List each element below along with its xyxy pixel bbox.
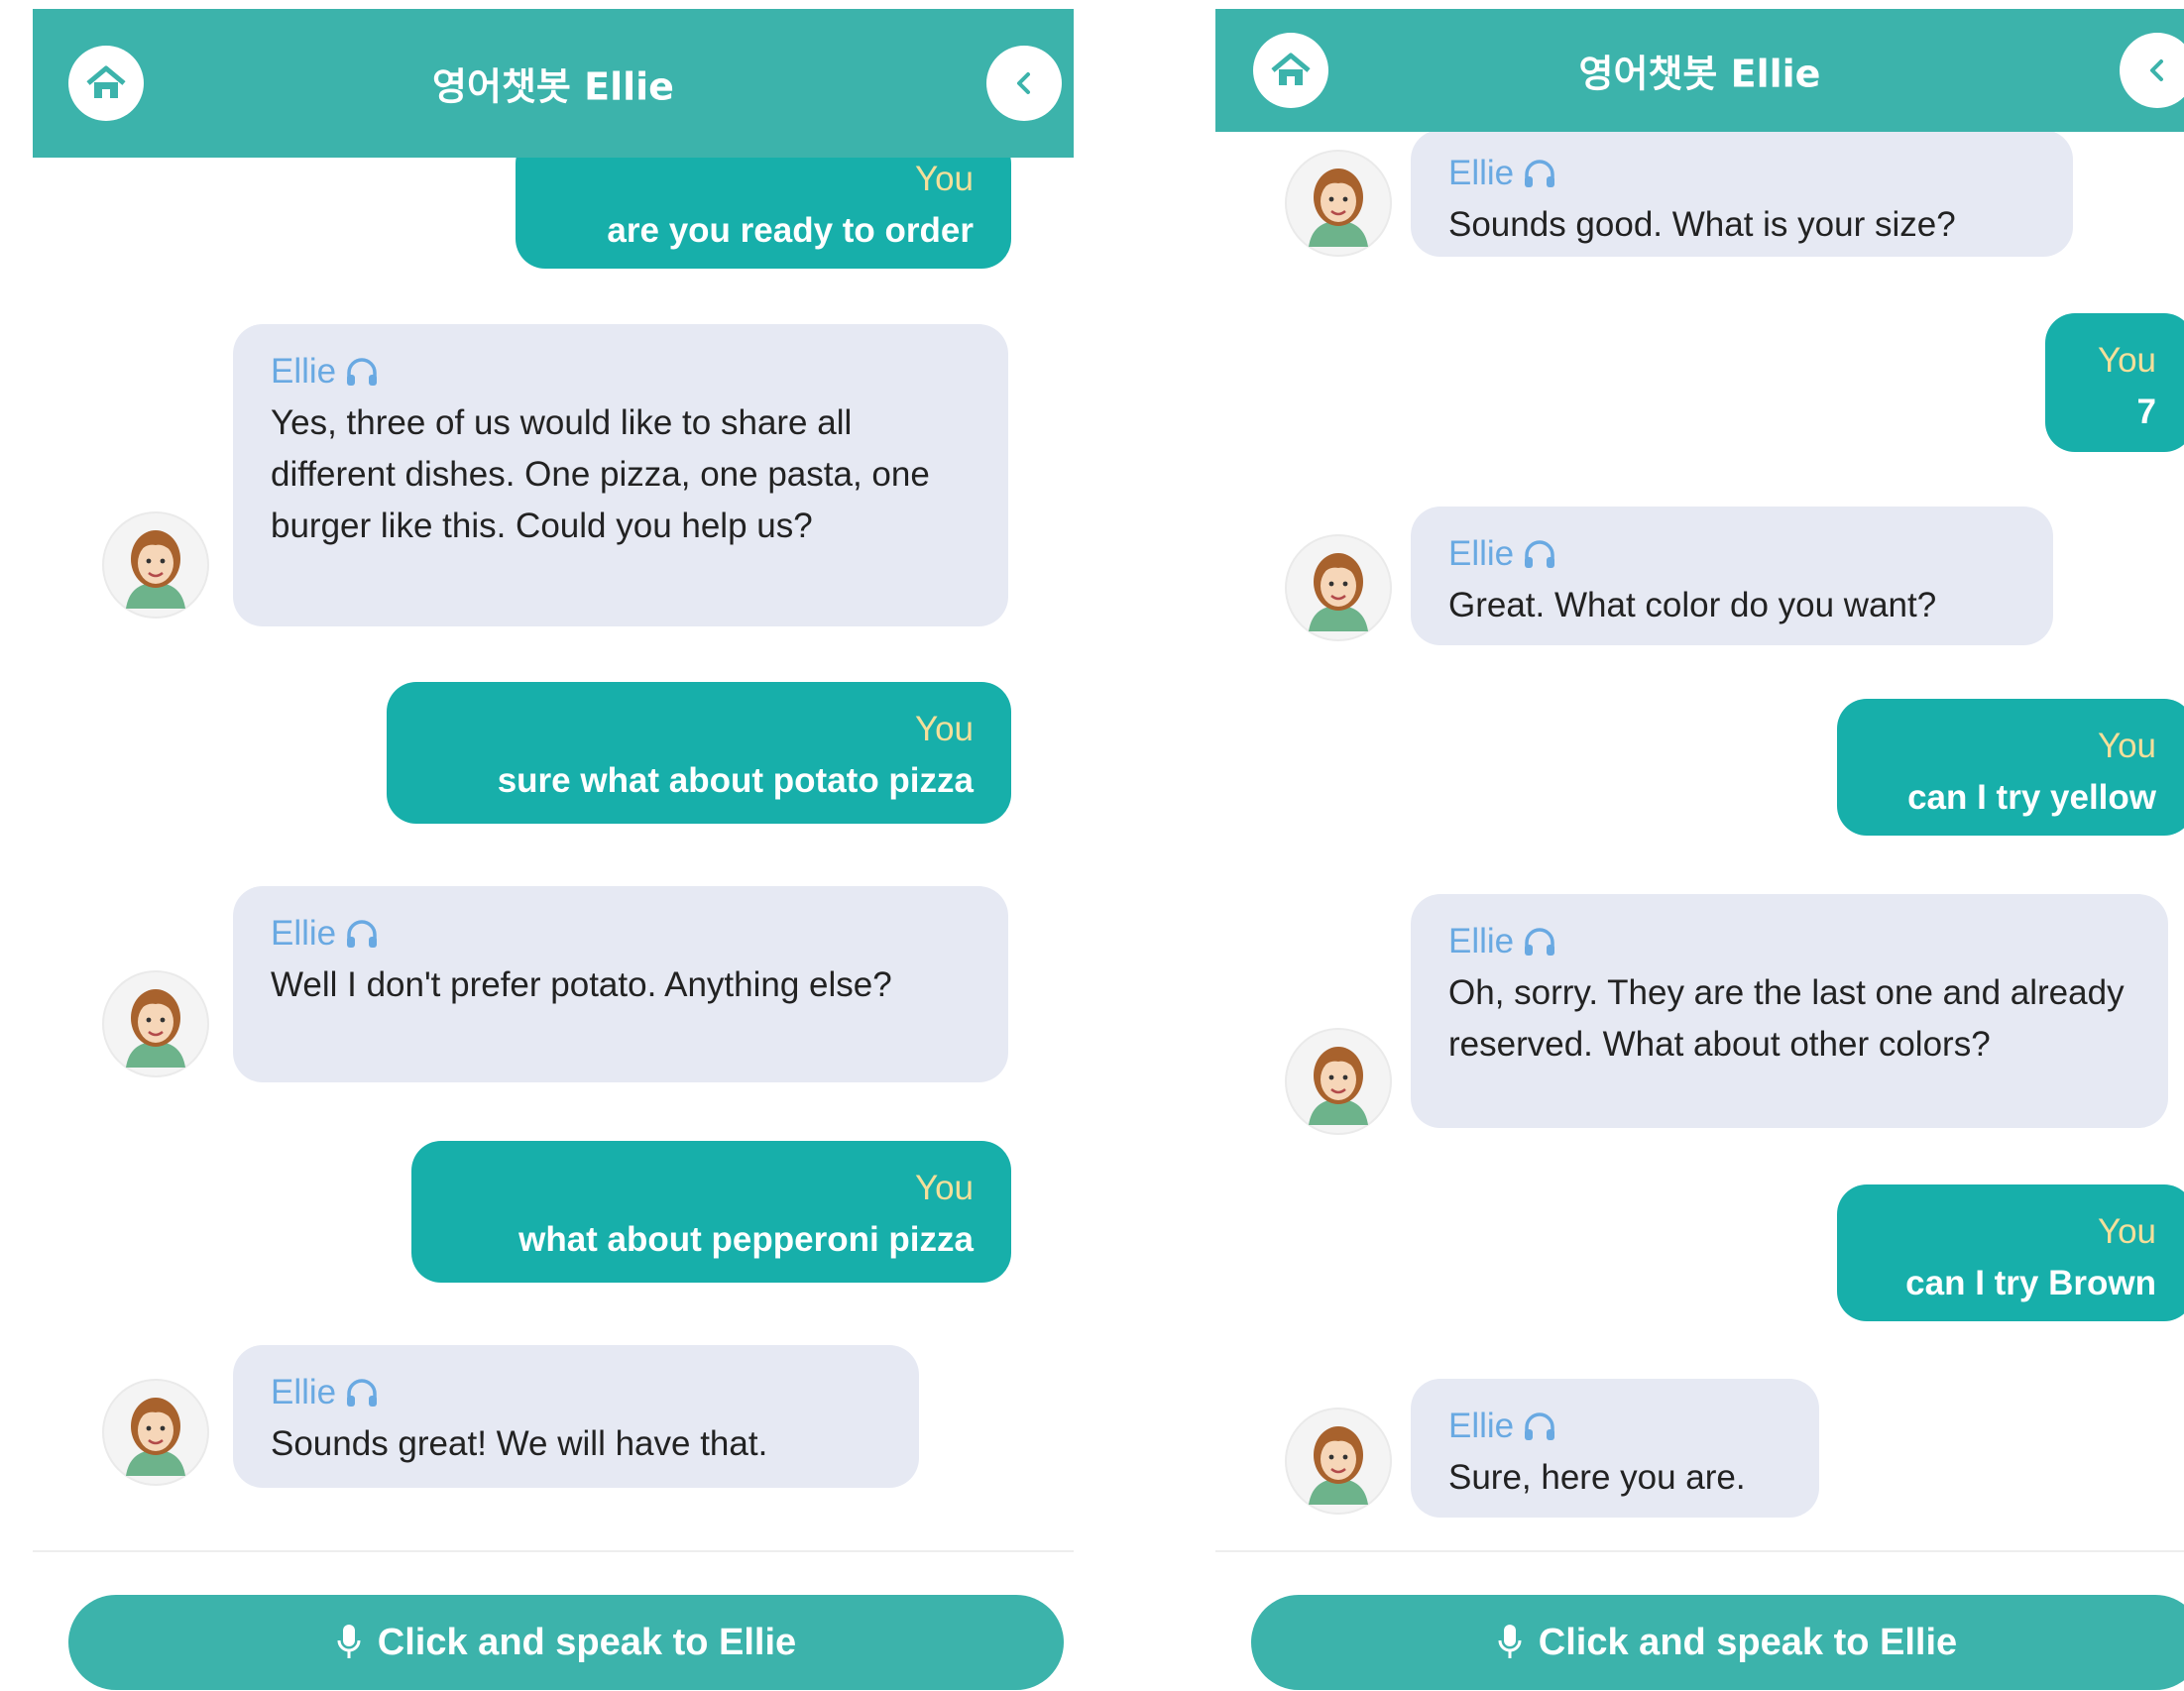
message-text: what about pepperoni pizza [518,1220,974,1259]
message-text: Sure, here you are. [1448,1458,1746,1497]
chat-panel-right: Ellie Sounds good. What is your size? Yo… [1215,9,2184,1691]
ellie-face-icon [1309,1426,1368,1505]
sender-label: You [2097,727,2156,765]
bot-message: Ellie Sure, here you are. [1411,1379,1819,1518]
sender-name: Ellie [1448,534,1515,573]
sender-label: You [914,160,974,198]
sender-label: You [914,1169,974,1207]
chat-panel-left: You are you ready to order Ellie Yes, th… [33,9,1074,1691]
user-message: You 7 [2045,313,2184,452]
ellie-face-icon [1309,169,1368,247]
message-text: Great. What color do you want? [1448,586,1937,624]
message-text: Sounds great! We will have that. [271,1424,768,1463]
sender-label: Ellie [271,1367,889,1418]
microphone-icon [337,1625,361,1658]
message-text: sure what about potato pizza [497,761,974,800]
bot-message: Ellie Well I don't prefer potato. Anythi… [233,886,1008,1082]
message-list[interactable]: You are you ready to order Ellie Yes, th… [33,9,1074,1691]
chevron-left-icon [1017,72,1030,94]
user-message: You sure what about potato pizza [387,682,1011,824]
sender-label: Ellie [1448,916,2138,967]
app-header: 영어챗봇 Ellie [33,9,1074,158]
message-text: are you ready to order [607,211,974,250]
headphones-icon[interactable] [1522,158,1557,189]
sender-name: Ellie [271,1373,337,1411]
ellie-avatar [1285,1028,1392,1135]
sender-label: Ellie [1448,148,2043,199]
ellie-avatar [1285,534,1392,641]
message-list[interactable]: Ellie Sounds good. What is your size? Yo… [1215,9,2184,1691]
headphones-icon[interactable] [344,1377,380,1409]
app-header: 영어챗봇 Ellie [1215,9,2184,132]
sender-name: Ellie [1448,154,1515,192]
sender-label: Ellie [271,346,978,397]
back-button[interactable] [986,46,1062,121]
bot-message: Ellie Sounds great! We will have that. [233,1345,919,1488]
ellie-face-icon [126,989,185,1068]
sender-label: Ellie [1448,528,2023,580]
footer-divider [33,1550,1074,1552]
ellie-avatar [102,511,209,619]
ellie-avatar [1285,150,1392,257]
sender-label: Ellie [1448,1401,1789,1452]
sender-name: Ellie [271,914,337,953]
speak-button[interactable]: Click and speak to Ellie [68,1595,1064,1690]
speak-button-label: Click and speak to Ellie [1538,1621,1958,1663]
headphones-icon[interactable] [344,918,380,950]
sender-name: Ellie [1448,1407,1515,1445]
bot-message: Ellie Oh, sorry. They are the last one a… [1411,894,2168,1128]
bot-message: Ellie Sounds good. What is your size? [1411,130,2073,257]
ellie-face-icon [1309,1047,1368,1125]
ellie-face-icon [126,1398,185,1476]
ellie-face-icon [1309,553,1368,631]
sender-name: Ellie [271,352,337,391]
sender-label: You [914,710,974,748]
sender-label: You [2097,1212,2156,1251]
message-text: Oh, sorry. They are the last one and alr… [1448,973,2125,1064]
page-title: 영어챗봇 Ellie [1578,52,1821,96]
message-text: 7 [2136,393,2156,431]
footer-divider [1215,1550,2184,1552]
ellie-avatar [1285,1408,1392,1515]
ellie-face-icon [126,530,185,609]
bot-message: Ellie Yes, three of us would like to sha… [233,324,1008,626]
page-title: 영어챗봇 Ellie [432,64,674,109]
headphones-icon[interactable] [1522,926,1557,958]
speak-button-label: Click and speak to Ellie [377,1621,797,1663]
message-text: can I try Brown [1905,1264,2156,1302]
sender-label: Ellie [271,908,978,959]
ellie-avatar [102,1379,209,1486]
user-message: You can I try yellow [1837,699,2184,836]
sender-name: Ellie [1448,922,1515,960]
headphones-icon[interactable] [1522,538,1557,570]
message-text: Well I don't prefer potato. Anything els… [271,965,892,1004]
headphones-icon[interactable] [344,356,380,388]
chevron-left-icon [2150,59,2163,81]
ellie-avatar [102,970,209,1077]
message-text: Yes, three of us would like to share all… [271,403,930,545]
user-message: You can I try Brown [1837,1184,2184,1321]
message-text: Sounds good. What is your size? [1448,205,1956,244]
user-message: You what about pepperoni pizza [411,1141,1011,1283]
headphones-icon[interactable] [1522,1410,1557,1442]
sender-label: You [2097,341,2156,380]
speak-button[interactable]: Click and speak to Ellie [1251,1595,2184,1690]
microphone-icon [1498,1625,1522,1658]
message-text: can I try yellow [1907,778,2156,817]
bot-message: Ellie Great. What color do you want? [1411,507,2053,645]
